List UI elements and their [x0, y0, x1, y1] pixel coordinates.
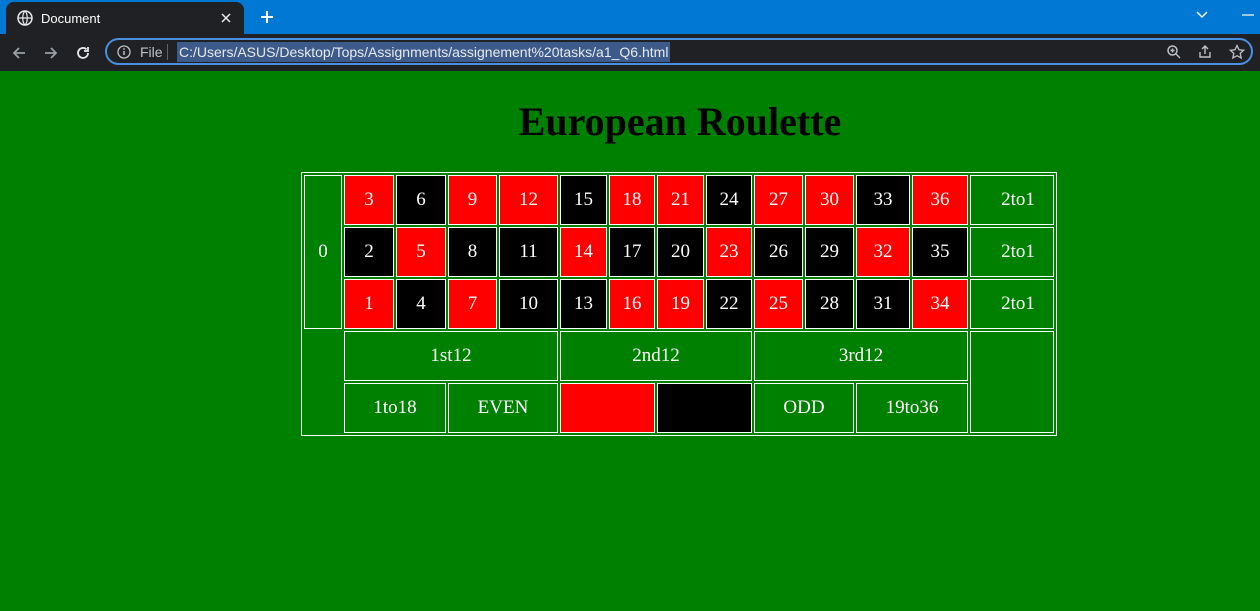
close-icon[interactable] — [212, 6, 240, 30]
zero-cell[interactable]: 0 — [304, 175, 342, 329]
column-bet-middle[interactable]: 2to1 — [970, 227, 1054, 277]
number-31[interactable]: 31 — [856, 279, 910, 329]
tab-title: Document — [41, 10, 101, 26]
number-29[interactable]: 29 — [805, 227, 854, 277]
number-18[interactable]: 18 — [609, 175, 655, 225]
roulette-board: 0 3 6 9 12 15 18 21 24 27 30 33 36 2to1 … — [301, 172, 1057, 436]
dozen-1st12[interactable]: 1st12 — [344, 331, 558, 381]
url-text[interactable]: C:/Users/ASUS/Desktop/Tops/Assignments/a… — [177, 42, 671, 62]
chevron-down-icon[interactable] — [1190, 4, 1214, 26]
globe-icon — [17, 10, 33, 26]
bet-red[interactable] — [560, 383, 655, 433]
address-bar[interactable]: File C:/Users/ASUS/Desktop/Tops/Assignme… — [105, 38, 1253, 65]
number-27[interactable]: 27 — [754, 175, 803, 225]
number-12[interactable]: 12 — [499, 175, 558, 225]
share-icon[interactable] — [1196, 43, 1214, 61]
number-16[interactable]: 16 — [609, 279, 655, 329]
number-24[interactable]: 24 — [706, 175, 752, 225]
number-10[interactable]: 10 — [499, 279, 558, 329]
number-11[interactable]: 11 — [499, 227, 558, 277]
bet-1to18[interactable]: 1to18 — [344, 383, 446, 433]
tab-strip: Document — [0, 0, 1260, 34]
number-28[interactable]: 28 — [805, 279, 854, 329]
column-bet-top[interactable]: 2to1 — [970, 175, 1054, 225]
number-6[interactable]: 6 — [396, 175, 446, 225]
bet-19to36[interactable]: 19to36 — [856, 383, 968, 433]
empty-outside-cell — [970, 331, 1054, 433]
reload-icon[interactable] — [69, 39, 97, 67]
number-36[interactable]: 36 — [912, 175, 968, 225]
empty-corner — [304, 383, 342, 433]
bet-black[interactable] — [657, 383, 752, 433]
number-2[interactable]: 2 — [344, 227, 394, 277]
number-14[interactable]: 14 — [560, 227, 607, 277]
number-19[interactable]: 19 — [657, 279, 704, 329]
column-bet-bottom[interactable]: 2to1 — [970, 279, 1054, 329]
number-17[interactable]: 17 — [609, 227, 655, 277]
number-3[interactable]: 3 — [344, 175, 394, 225]
number-8[interactable]: 8 — [448, 227, 497, 277]
number-5[interactable]: 5 — [396, 227, 446, 277]
file-scheme-label: File — [140, 44, 163, 60]
omnibox-divider — [167, 44, 168, 60]
number-4[interactable]: 4 — [396, 279, 446, 329]
bet-odd[interactable]: ODD — [754, 383, 854, 433]
number-25[interactable]: 25 — [754, 279, 803, 329]
new-tab-button[interactable] — [254, 5, 280, 29]
back-icon[interactable] — [5, 39, 33, 67]
number-20[interactable]: 20 — [657, 227, 704, 277]
dozen-3rd12[interactable]: 3rd12 — [754, 331, 968, 381]
zoom-icon[interactable] — [1165, 43, 1183, 61]
star-icon[interactable] — [1228, 43, 1246, 61]
number-13[interactable]: 13 — [560, 279, 607, 329]
number-34[interactable]: 34 — [912, 279, 968, 329]
number-33[interactable]: 33 — [856, 175, 910, 225]
number-35[interactable]: 35 — [912, 227, 968, 277]
browser-tab[interactable]: Document — [6, 2, 244, 34]
number-32[interactable]: 32 — [856, 227, 910, 277]
number-7[interactable]: 7 — [448, 279, 497, 329]
dozen-2nd12[interactable]: 2nd12 — [560, 331, 752, 381]
empty-corner — [304, 331, 342, 381]
forward-icon[interactable] — [37, 39, 65, 67]
minimize-icon[interactable] — [1236, 4, 1260, 26]
number-15[interactable]: 15 — [560, 175, 607, 225]
number-1[interactable]: 1 — [344, 279, 394, 329]
browser-toolbar: File C:/Users/ASUS/Desktop/Tops/Assignme… — [0, 34, 1260, 71]
number-23[interactable]: 23 — [706, 227, 752, 277]
bet-even[interactable]: EVEN — [448, 383, 558, 433]
page-title: European Roulette — [518, 99, 842, 144]
number-21[interactable]: 21 — [657, 175, 704, 225]
number-30[interactable]: 30 — [805, 175, 854, 225]
number-26[interactable]: 26 — [754, 227, 803, 277]
number-22[interactable]: 22 — [706, 279, 752, 329]
info-icon[interactable] — [117, 45, 131, 59]
number-9[interactable]: 9 — [448, 175, 497, 225]
